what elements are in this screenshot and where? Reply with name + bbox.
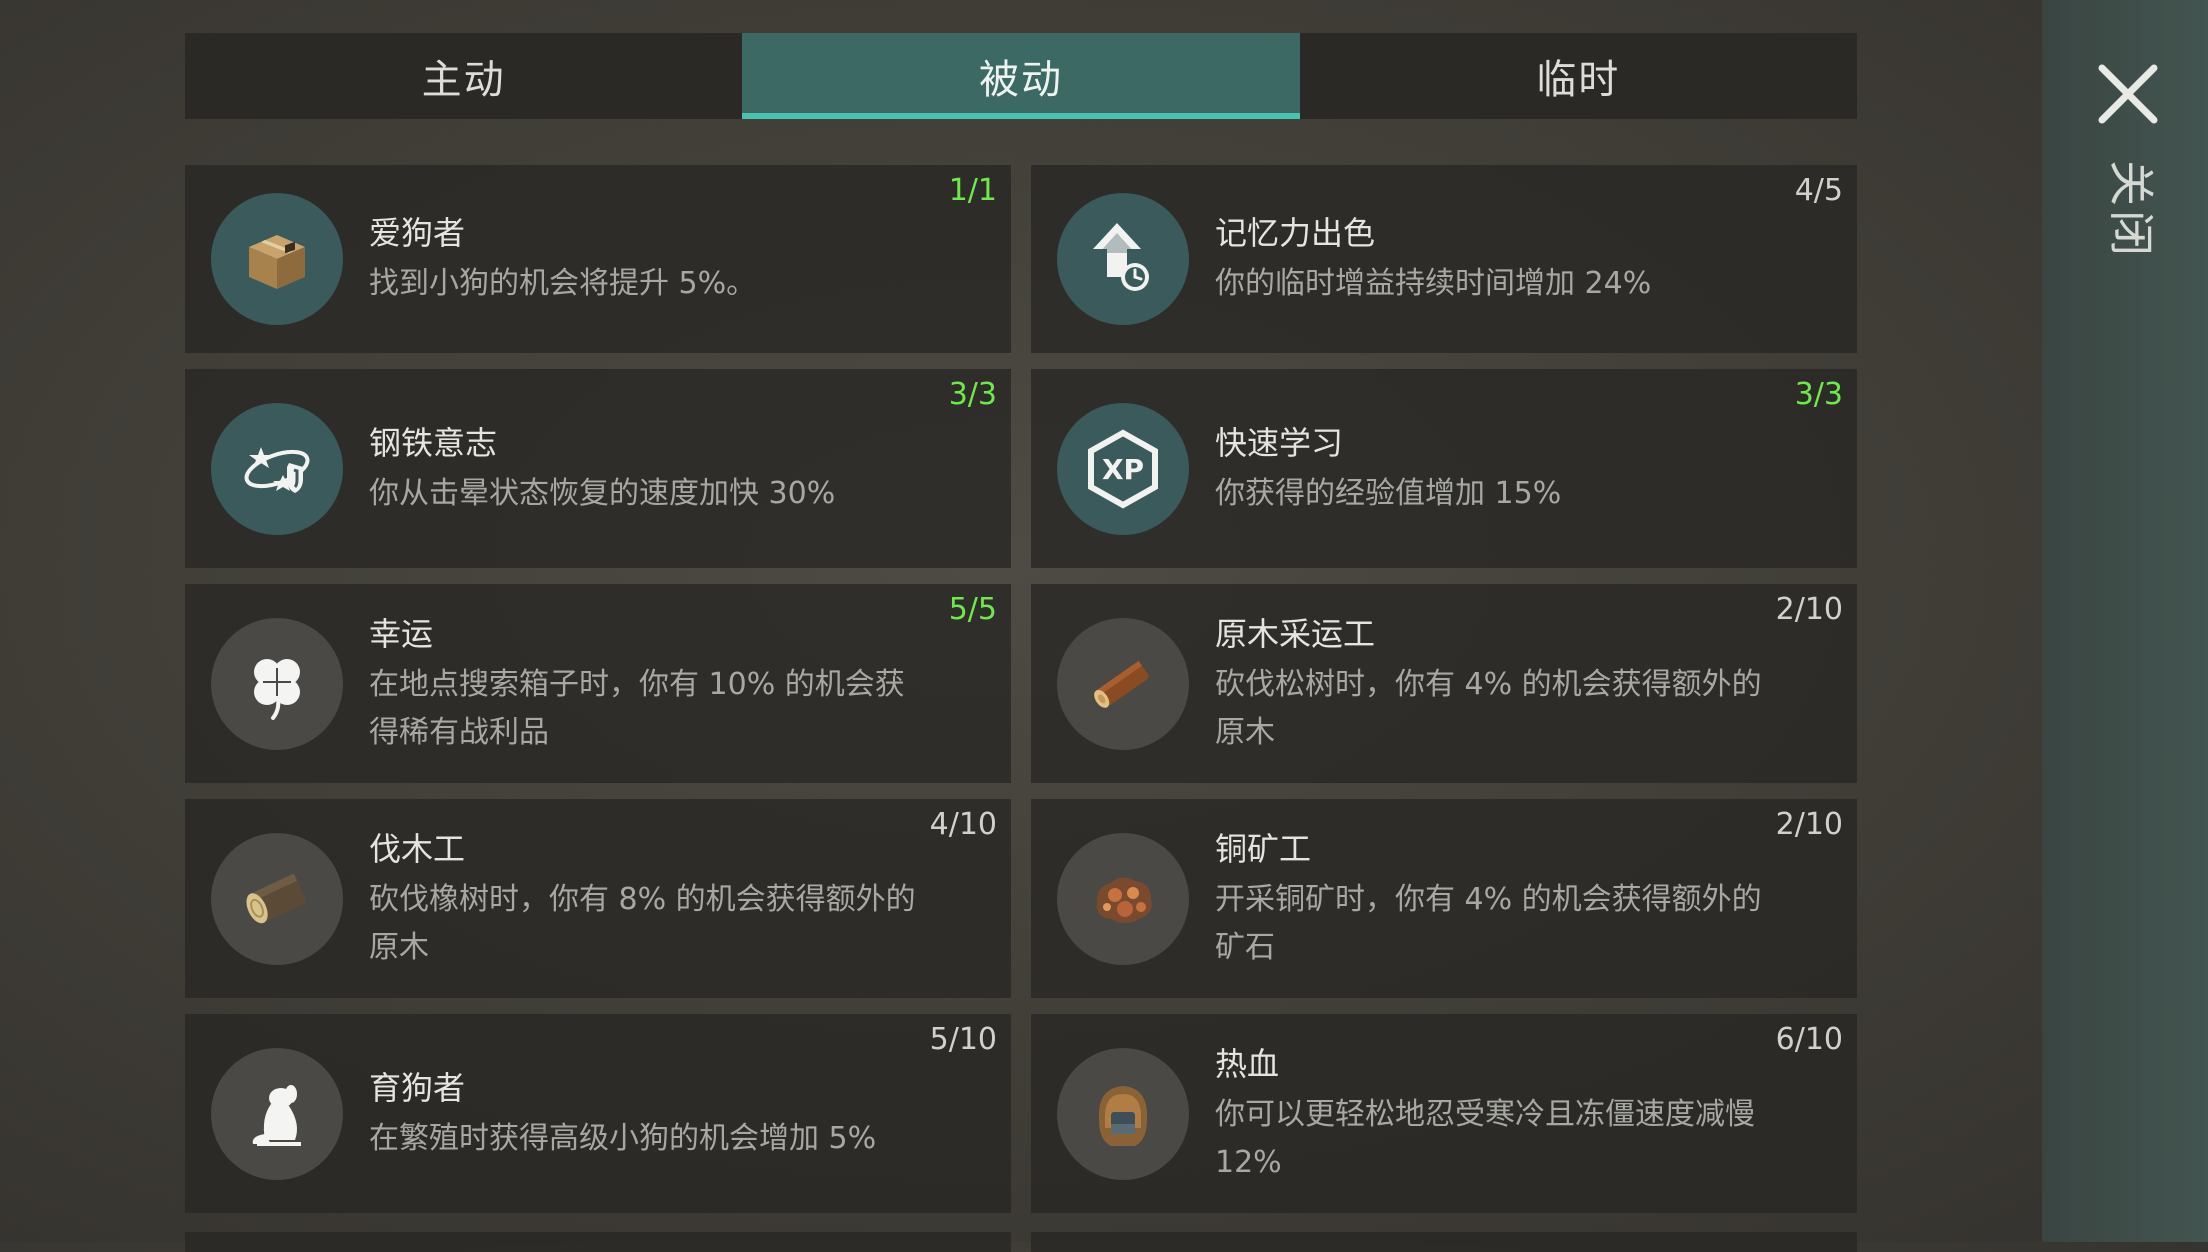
perk-card-good-memory[interactable]: 记忆力出色 你的临时增益持续时间增加 24% 4/5 [1031, 165, 1857, 353]
perk-level: 2/10 [1775, 807, 1843, 842]
perk-icon-frame [1057, 617, 1189, 750]
perk-title: 伐木工 [369, 829, 466, 868]
perk-description: 你获得的经验值增加 15% [1215, 475, 1562, 511]
perk-card-lucky[interactable]: 幸运 在地点搜索箱子时，你有 10% 的机会获得稀有战利品 5/5 [185, 584, 1011, 783]
pine-log-icon [1094, 660, 1149, 708]
perk-icon-frame [1057, 1047, 1189, 1180]
perk-description: 在繁殖时获得高级小狗的机会增加 5% [369, 1120, 877, 1156]
perk-level: 1/1 [948, 173, 997, 208]
perk-level: 4/5 [1794, 173, 1843, 208]
tab-bar: 主动 被动 临时 [185, 33, 1857, 119]
oak-log-icon [246, 873, 307, 923]
perk-icon-frame [211, 1047, 343, 1180]
perk-level: 5/10 [929, 1022, 997, 1057]
perk-icon-frame [211, 617, 343, 750]
perk-level: 5/5 [948, 592, 997, 627]
tab-passive-skills[interactable]: 被动 [742, 33, 1300, 119]
perk-title: 爱狗者 [369, 214, 466, 252]
svg-text:XP: XP [1102, 453, 1144, 486]
perk-icon-frame: XP [1057, 402, 1189, 535]
perk-description: 你从击晕状态恢复的速度加快 30% [369, 475, 836, 511]
next-card-right-partial [1031, 1232, 1857, 1252]
perk-title: 铜矿工 [1215, 829, 1312, 868]
perk-card-dog-breeder[interactable]: 育狗者 在繁殖时获得高级小狗的机会增加 5% 5/10 [185, 1014, 1011, 1213]
perk-card-fast-learner[interactable]: XP 快速学习 你获得的经验值增加 15% 3/3 [1031, 369, 1857, 568]
close-icon [2098, 64, 2158, 124]
perk-icon-frame [211, 193, 343, 325]
next-card-left-partial [185, 1232, 1011, 1252]
perk-description: 你的临时增益持续时间增加 24% [1215, 266, 1652, 301]
hood-icon [1098, 1085, 1148, 1146]
perk-level: 3/3 [1794, 377, 1843, 412]
xp-hexagon-icon: XP [1088, 429, 1158, 508]
boost-clock-icon [1093, 223, 1149, 291]
perk-title: 热血 [1215, 1044, 1280, 1083]
perk-card-dog-lover[interactable]: 爱狗者 找到小狗的机会将提升 5%。 1/1 [185, 165, 1011, 353]
perk-card-copper-miner[interactable]: 铜矿工 开采铜矿时，你有 4% 的机会获得额外的矿石 2/10 [1031, 799, 1857, 998]
perk-card-lumberjack[interactable]: 伐木工 砍伐橡树时，你有 8% 的机会获得额外的原木 4/10 [185, 799, 1011, 998]
perk-title: 育狗者 [369, 1068, 466, 1107]
close-label[interactable]: 关闭 [2098, 160, 2158, 260]
perk-level: 2/10 [1775, 592, 1843, 627]
clover-icon [254, 658, 300, 720]
perk-card-hot-blooded[interactable]: 热血 你可以更轻松地忍受寒冷且冻僵速度减慢 12% 6/10 [1031, 1014, 1857, 1213]
perk-title: 钢铁意志 [369, 423, 498, 462]
close-button[interactable] [2092, 58, 2164, 130]
perk-icon-frame [1057, 832, 1189, 965]
perk-level: 4/10 [929, 807, 997, 842]
perk-description: 砍伐松树时，你有 4% 的机会获得额外的原木 [1215, 666, 1762, 750]
perk-title: 原木采运工 [1215, 614, 1376, 653]
perk-icon-frame [1057, 193, 1189, 325]
perk-card-log-hauler[interactable]: 原木采运工 砍伐松树时，你有 4% 的机会获得额外的原木 2/10 [1031, 584, 1857, 783]
dog-icon [252, 1084, 301, 1146]
perk-description: 砍伐橡树时，你有 8% 的机会获得额外的原木 [369, 881, 916, 965]
perk-title: 幸运 [369, 614, 434, 653]
box-icon [249, 235, 305, 289]
tab-temporary-skills[interactable]: 临时 [1300, 33, 1857, 119]
perk-card-iron-will[interactable]: 钢铁意志 你从击晕状态恢复的速度加快 30% 3/3 [185, 369, 1011, 568]
perk-description: 你可以更轻松地忍受寒冷且冻僵速度减慢 12% [1215, 1096, 1755, 1180]
perk-list: 爱狗者 找到小狗的机会将提升 5%。 1/1 记忆力出色 你的临时增益持续时间增… [185, 165, 1857, 1229]
perk-level: 3/3 [948, 377, 997, 412]
perk-title: 记忆力出色 [1215, 214, 1376, 252]
perk-icon-frame [211, 832, 343, 965]
perk-description: 找到小狗的机会将提升 5%。 [369, 266, 757, 301]
perk-description: 开采铜矿时，你有 4% 的机会获得额外的矿石 [1215, 881, 1762, 965]
perk-icon-frame [211, 402, 343, 535]
copper-ore-icon [1096, 876, 1152, 923]
perk-level: 6/10 [1775, 1022, 1843, 1057]
tab-active-skills[interactable]: 主动 [185, 33, 742, 119]
stun-shield-icon [244, 446, 310, 493]
perk-title: 快速学习 [1215, 423, 1344, 462]
perk-description: 在地点搜索箱子时，你有 10% 的机会获得稀有战利品 [369, 666, 905, 750]
